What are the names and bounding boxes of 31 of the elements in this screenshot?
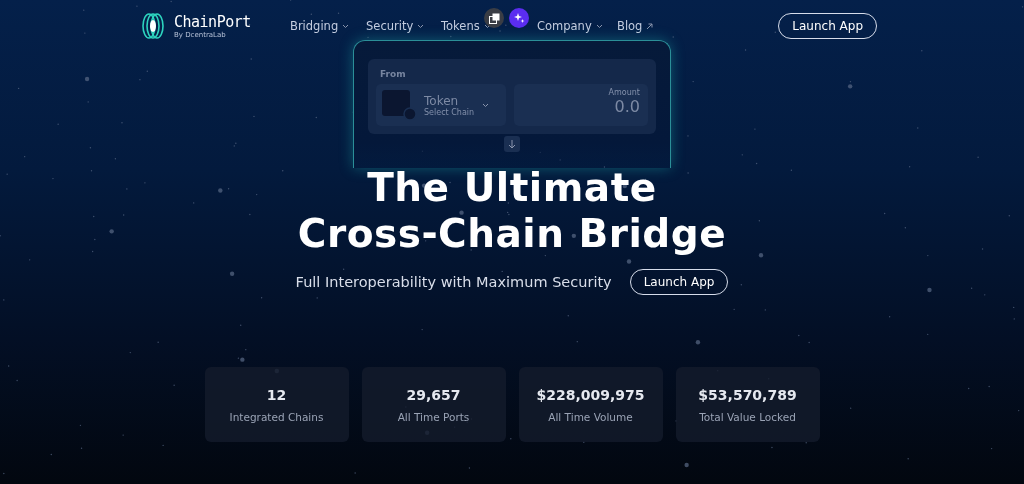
- sparkle-icon[interactable]: [509, 8, 529, 28]
- logo-icon: [140, 12, 166, 40]
- chevron-down-icon: [417, 23, 425, 29]
- nav-link[interactable]: Bridging: [290, 19, 366, 33]
- nav-link[interactable]: Tokens: [441, 19, 537, 33]
- from-label: From: [380, 69, 407, 79]
- chevron-down-icon: [483, 23, 491, 29]
- swap-arrow-button[interactable]: [504, 136, 520, 152]
- stat-label: Integrated Chains: [229, 410, 324, 423]
- token-select[interactable]: Token Select Chain: [376, 84, 506, 126]
- arrow-down-icon: [508, 139, 516, 149]
- hero-title: The Ultimate Cross-Chain Bridge: [297, 165, 727, 257]
- chevron-down-icon: [342, 23, 350, 29]
- stat-value: 29,657: [406, 386, 461, 403]
- stat-value: $228,009,975: [536, 386, 645, 403]
- stat-label: Total Value Locked: [699, 410, 796, 423]
- amount-field[interactable]: Amount 0.0: [514, 84, 648, 126]
- stat-value: $53,570,789: [698, 386, 797, 403]
- logo-name: ChainPort: [174, 13, 251, 31]
- stat-label: All Time Ports: [397, 410, 470, 423]
- chevron-down-icon: [482, 102, 490, 108]
- token-icon: [382, 90, 416, 120]
- nav-link[interactable]: Blog: [617, 19, 677, 33]
- external-link-icon: [646, 22, 654, 30]
- nav-link[interactable]: Company: [537, 19, 617, 33]
- chevron-down-icon: [595, 23, 603, 29]
- nav-link[interactable]: Security: [366, 19, 441, 33]
- copy-icon[interactable]: [484, 8, 504, 28]
- stat-value: 12: [266, 386, 287, 403]
- hero-subtitle: Full Interoperability with Maximum Security: [295, 274, 612, 290]
- stat-label: All Time Volume: [548, 410, 633, 423]
